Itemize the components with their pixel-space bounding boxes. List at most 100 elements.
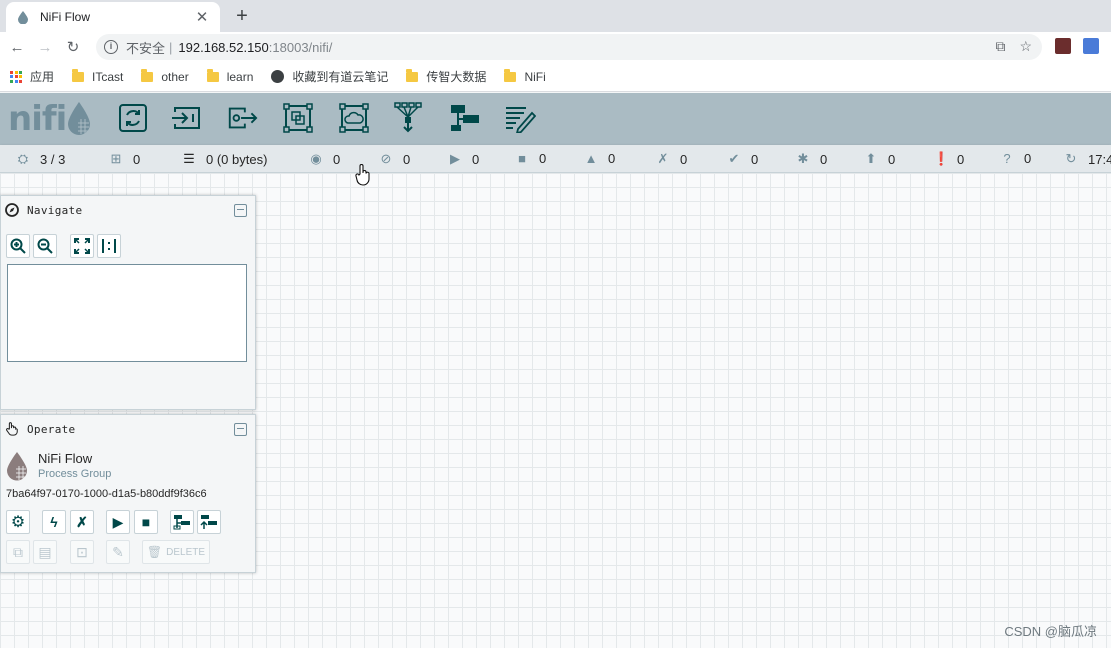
refresh-icon[interactable]: ↻: [1064, 151, 1078, 167]
add-remote-process-group-button[interactable]: [338, 102, 370, 134]
configure-button[interactable]: ⚙: [6, 510, 30, 534]
operate-palette: Operate NiFi Flow Process Group 7ba64f97…: [0, 414, 256, 573]
reload-icon[interactable]: ↻: [62, 36, 84, 58]
create-template-icon: [173, 515, 190, 530]
locally-modified-status: ✱ 0: [797, 151, 828, 167]
output-port-icon: [228, 107, 258, 129]
operate-title: Operate: [27, 422, 76, 436]
trash-icon: 🗑: [146, 545, 163, 559]
sync-failure-status: ? 0: [1000, 151, 1031, 166]
extension-icon[interactable]: [1055, 38, 1071, 54]
start-button[interactable]: ▶: [106, 510, 130, 534]
bookmark-apps[interactable]: 应用: [10, 68, 54, 85]
copy-button[interactable]: ⧉: [6, 540, 30, 564]
new-tab-button[interactable]: +: [230, 4, 254, 28]
fit-button[interactable]: [70, 234, 94, 258]
transmitting-status: ◉ 0: [310, 151, 341, 167]
exclamation-circle-icon: ❗: [933, 151, 950, 166]
add-input-port-button[interactable]: [171, 102, 203, 134]
close-tab-icon[interactable]: ✕: [194, 9, 210, 26]
url-path: :18003/nifi/: [268, 39, 333, 55]
threads-icon: ⊞: [110, 151, 122, 166]
play-icon: ▶: [112, 513, 124, 530]
actual-size-button[interactable]: [97, 234, 121, 258]
folder-icon: [72, 68, 85, 82]
back-icon[interactable]: ←: [6, 36, 28, 58]
component-name: NiFi Flow: [38, 451, 93, 466]
group-button[interactable]: ⊡: [70, 540, 94, 564]
operate-header[interactable]: Operate: [1, 415, 255, 443]
not-transmitting-status: ⊘ 0: [380, 151, 411, 167]
bookmark-itcast[interactable]: ITcast: [72, 68, 123, 84]
nifi-header: nifi: [0, 93, 1111, 145]
apps-grid-icon: [10, 70, 22, 83]
bookmark-other[interactable]: other: [141, 68, 189, 84]
hand-pointer-icon: [6, 422, 18, 436]
disable-flash-icon: ✗: [76, 513, 88, 530]
add-funnel-button[interactable]: [393, 102, 425, 134]
arrow-circle-up-icon: ⬆: [865, 151, 877, 166]
play-icon: ▶: [450, 151, 460, 166]
funnel-icon: [394, 102, 422, 133]
add-label-button[interactable]: [504, 102, 536, 134]
upload-template-button[interactable]: [197, 510, 221, 534]
running-status: ▶ 0: [450, 151, 480, 167]
folder-icon: [504, 68, 517, 82]
stop-icon: ■: [141, 514, 151, 530]
add-output-port-button[interactable]: [226, 102, 258, 134]
component-type: Process Group: [38, 468, 112, 480]
paintbrush-icon: ✎: [112, 543, 124, 560]
gear-icon: ⚙: [10, 514, 26, 531]
input-port-icon: [172, 107, 200, 129]
last-refreshed-status[interactable]: ↻ 17:4: [1064, 151, 1111, 167]
collapse-operate-icon[interactable]: [234, 422, 247, 436]
flash-icon: ϟ: [50, 514, 58, 530]
actual-size-icon: [102, 239, 116, 253]
stop-button[interactable]: ■: [134, 510, 158, 534]
zoom-out-button[interactable]: [33, 234, 57, 258]
bookmark-youdao[interactable]: 收藏到有道云笔记: [271, 68, 388, 85]
bookmark-bigdata[interactable]: 传智大数据: [406, 68, 486, 85]
watermark: CSDN @脑瓜凉: [1004, 624, 1097, 639]
address-bar[interactable]: i 不安全 | 192.168.52.150 :18003/nifi/ ⧉ ☆: [96, 34, 1042, 60]
collapse-navigate-icon[interactable]: [234, 203, 247, 217]
group-icon: ⊡: [76, 543, 88, 560]
upload-template-icon: [200, 515, 217, 529]
disable-button[interactable]: ✗: [70, 510, 94, 534]
translate-icon[interactable]: ⧉: [995, 38, 1005, 55]
question-icon: ?: [1003, 151, 1011, 166]
enable-button[interactable]: ϟ: [42, 510, 66, 534]
paste-button[interactable]: ▤: [33, 540, 57, 564]
bookmarks-bar: 应用 ITcast other learn 收藏到有道云笔记 传智大数据 NiF…: [0, 62, 1111, 92]
navigate-header[interactable]: Navigate: [1, 196, 255, 224]
delete-button[interactable]: 🗑 DELETE: [142, 540, 210, 564]
browser-tab-strip: NiFi Flow ✕ +: [0, 0, 1111, 32]
stale-status: ⬆ 0: [865, 151, 896, 167]
forward-icon[interactable]: →: [34, 36, 56, 58]
bookmark-learn[interactable]: learn: [206, 68, 253, 84]
url-host: 192.168.52.150: [178, 39, 269, 55]
locally-modified-stale-status: ❗ 0: [933, 151, 965, 167]
bookmark-star-icon[interactable]: ☆: [1019, 38, 1032, 55]
browser-tab[interactable]: NiFi Flow ✕: [6, 2, 220, 32]
birdseye-view[interactable]: [7, 264, 247, 362]
remote-process-group-icon: [339, 103, 369, 133]
bookmark-nifi[interactable]: NiFi: [504, 68, 546, 84]
browser-toolbar: ← → ↻ i 不安全 | 192.168.52.150 :18003/nifi…: [0, 32, 1111, 62]
up-to-date-status: ✔ 0: [728, 151, 759, 167]
fit-screen-icon: [74, 238, 90, 254]
component-id: 7ba64f97-0170-1000-d1a5-b80ddf9f36c6: [6, 488, 207, 500]
check-icon: ✔: [728, 151, 740, 166]
processor-icon: [119, 104, 147, 132]
process-group-drop-icon: [7, 452, 27, 481]
color-button[interactable]: ✎: [106, 540, 130, 564]
create-template-button[interactable]: [170, 510, 194, 534]
navigate-palette: Navigate: [0, 195, 256, 410]
add-process-group-button[interactable]: [282, 102, 314, 134]
delete-label: DELETE: [166, 546, 206, 558]
add-processor-button[interactable]: [117, 102, 149, 134]
add-template-button[interactable]: [449, 102, 481, 134]
extension-icon-2[interactable]: [1083, 38, 1099, 54]
zoom-in-button[interactable]: [6, 234, 30, 258]
site-info-icon[interactable]: i: [104, 40, 118, 54]
